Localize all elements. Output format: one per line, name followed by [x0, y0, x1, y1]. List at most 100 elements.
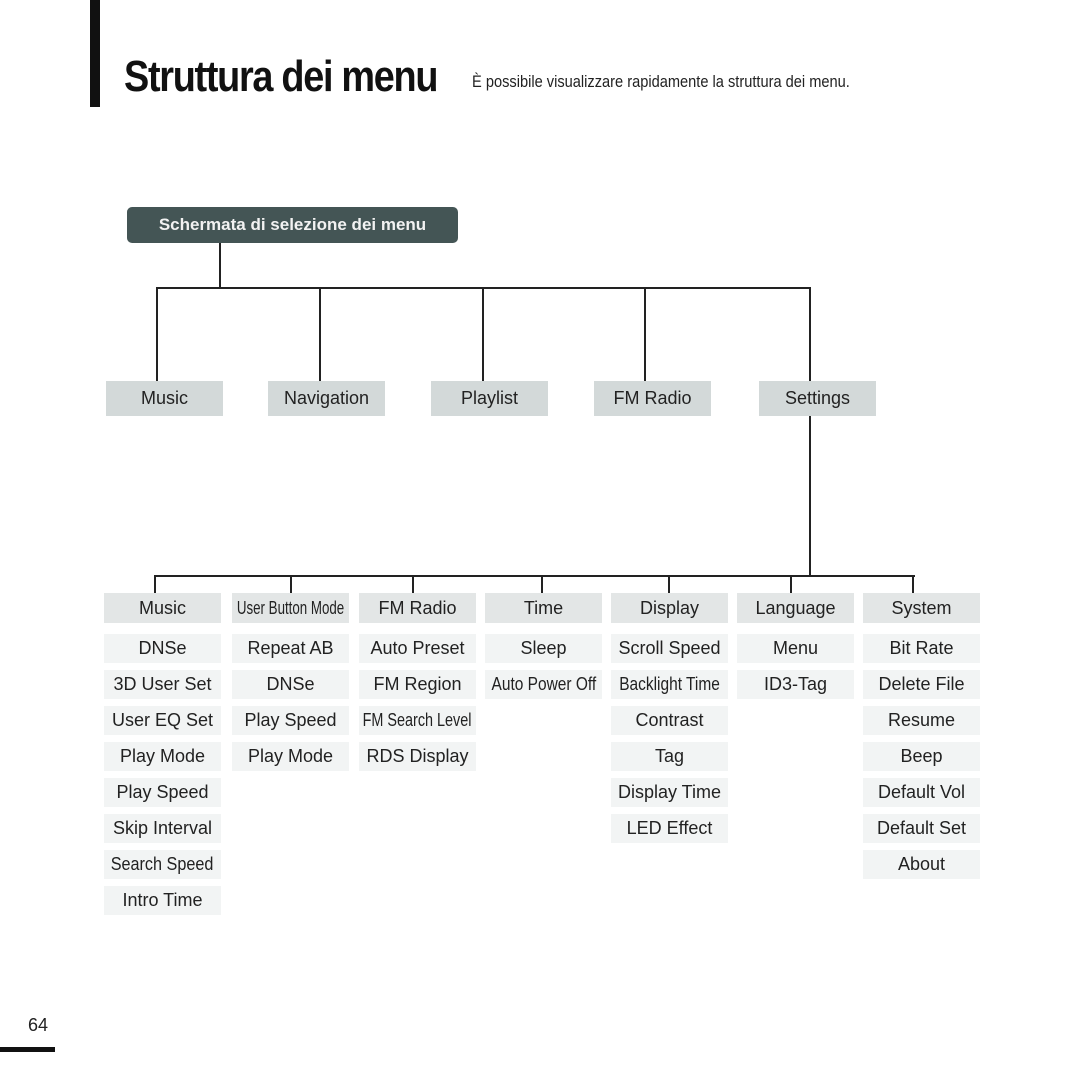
- submenu-item: DNSe: [232, 670, 349, 699]
- connector-music: [154, 575, 156, 593]
- submenu-header-music: Music: [104, 593, 221, 623]
- submenu-item: Default Vol: [863, 778, 980, 807]
- submenu-item-label: About: [897, 854, 946, 874]
- submenu-item-label: Play Speed: [244, 710, 337, 730]
- submenu-item: Search Speed: [104, 850, 221, 879]
- submenu-item-label: Sleep: [520, 638, 567, 658]
- submenu-header-label: User Button Mode: [236, 597, 345, 618]
- submenu-item: Intro Time: [104, 886, 221, 915]
- submenu-header-label: Language: [755, 597, 836, 618]
- submenu-item: Scroll Speed: [611, 634, 728, 663]
- root-menu-label: Schermata di selezione dei menu: [158, 215, 427, 234]
- menu-node-label: Settings: [784, 388, 851, 408]
- submenu-header-display: Display: [611, 593, 728, 623]
- submenu-item: Beep: [863, 742, 980, 771]
- connector-time: [541, 575, 543, 593]
- connector-settings-horizontal: [154, 575, 915, 577]
- submenu-item: Play Mode: [104, 742, 221, 771]
- connector-language: [790, 575, 792, 593]
- submenu-item: Contrast: [611, 706, 728, 735]
- submenu-item: Tag: [611, 742, 728, 771]
- submenu-item-label: Contrast: [635, 710, 704, 730]
- submenu-item: Bit Rate: [863, 634, 980, 663]
- submenu-item: Menu: [737, 634, 854, 663]
- menu-node-playlist: Playlist: [431, 381, 548, 416]
- menu-node-settings: Settings: [759, 381, 876, 416]
- submenu-header-label: Music: [138, 597, 186, 618]
- submenu-item: Auto Power Off: [485, 670, 602, 699]
- submenu-item-label: DNSe: [266, 674, 315, 694]
- submenu-item-label: Search Speed: [111, 854, 214, 874]
- submenu-item-label: Menu: [772, 638, 819, 658]
- connector-music: [156, 287, 158, 381]
- connector-fm-radio: [412, 575, 414, 593]
- title-accent-bar: [90, 0, 100, 107]
- submenu-item-label: User EQ Set: [111, 710, 214, 730]
- submenu-item: Default Set: [863, 814, 980, 843]
- menu-node-label: Navigation: [283, 388, 370, 408]
- menu-node-music: Music: [106, 381, 223, 416]
- connector-display: [668, 575, 670, 593]
- submenu-header-label: Display: [639, 597, 700, 618]
- submenu-item-label: Repeat AB: [247, 638, 334, 658]
- submenu-header-label: Time: [523, 597, 564, 618]
- submenu-item-label: Auto Power Off: [491, 674, 596, 694]
- submenu-item-label: FM Search Level: [363, 710, 472, 730]
- submenu-header-system: System: [863, 593, 980, 623]
- submenu-header-language: Language: [737, 593, 854, 623]
- menu-node-label: FM Radio: [613, 388, 692, 408]
- submenu-item: ID3-Tag: [737, 670, 854, 699]
- submenu-item: Play Mode: [232, 742, 349, 771]
- submenu-item: 3D User Set: [104, 670, 221, 699]
- root-menu-node: Schermata di selezione dei menu: [127, 207, 458, 243]
- submenu-item-label: Scroll Speed: [618, 638, 721, 658]
- submenu-item-label: Resume: [887, 710, 956, 730]
- connector-user-button-mode: [290, 575, 292, 593]
- submenu-item: Backlight Time: [611, 670, 728, 699]
- submenu-item: User EQ Set: [104, 706, 221, 735]
- page-footer-rule: [0, 1047, 55, 1052]
- submenu-item: Resume: [863, 706, 980, 735]
- submenu-item-label: LED Effect: [626, 818, 713, 838]
- submenu-header-label: FM Radio: [378, 597, 457, 618]
- connector-settings: [809, 287, 811, 381]
- submenu-item-label: 3D User Set: [113, 674, 212, 694]
- connector-system: [912, 575, 914, 593]
- submenu-item-label: FM Region: [373, 674, 462, 694]
- connector-settings-down: [809, 416, 811, 577]
- submenu-header-label: System: [891, 597, 952, 618]
- submenu-item-label: Beep: [900, 746, 943, 766]
- submenu-header-user-button-mode: User Button Mode: [232, 593, 349, 623]
- menu-node-navigation: Navigation: [268, 381, 385, 416]
- submenu-item-label: Tag: [654, 746, 685, 766]
- submenu-header-fm-radio: FM Radio: [359, 593, 476, 623]
- submenu-item-label: Auto Preset: [370, 638, 465, 658]
- submenu-item: Display Time: [611, 778, 728, 807]
- submenu-item-label: ID3-Tag: [763, 674, 828, 694]
- submenu-item-label: Default Vol: [877, 782, 966, 802]
- menu-node-label: Music: [140, 388, 188, 408]
- submenu-item: FM Region: [359, 670, 476, 699]
- menu-node-fm-radio: FM Radio: [594, 381, 711, 416]
- submenu-item-label: Skip Interval: [112, 818, 213, 838]
- submenu-item-label: Display Time: [617, 782, 722, 802]
- submenu-item: Sleep: [485, 634, 602, 663]
- submenu-item-label: Play Mode: [247, 746, 334, 766]
- submenu-header-time: Time: [485, 593, 602, 623]
- submenu-item: Play Speed: [232, 706, 349, 735]
- submenu-item: Repeat AB: [232, 634, 349, 663]
- submenu-item-label: RDS Display: [366, 746, 469, 766]
- submenu-item-label: Default Set: [876, 818, 967, 838]
- submenu-item-label: Delete File: [878, 674, 965, 694]
- submenu-item-label: Bit Rate: [889, 638, 954, 658]
- submenu-item-label: DNSe: [138, 638, 187, 658]
- submenu-item: LED Effect: [611, 814, 728, 843]
- submenu-item-label: Play Mode: [119, 746, 206, 766]
- connector-navigation: [319, 287, 321, 381]
- submenu-item: FM Search Level: [359, 706, 476, 735]
- page-number: 64: [28, 1015, 49, 1035]
- submenu-item: About: [863, 850, 980, 879]
- submenu-item: Skip Interval: [104, 814, 221, 843]
- submenu-item-label: Intro Time: [122, 890, 203, 910]
- submenu-item: RDS Display: [359, 742, 476, 771]
